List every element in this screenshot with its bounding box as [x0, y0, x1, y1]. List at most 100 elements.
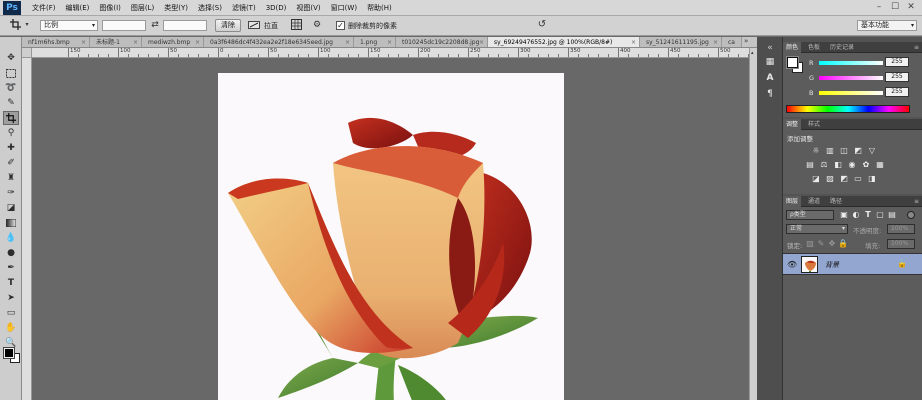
doc-tab[interactable]: ca: [722, 37, 742, 47]
panel-menu-icon[interactable]: ≡: [911, 196, 922, 207]
eraser-tool-icon[interactable]: ◪: [3, 201, 19, 215]
paragraph-panel-icon[interactable]: ¶: [761, 87, 779, 101]
move-tool-icon[interactable]: ✥: [3, 51, 19, 65]
layer-filter-select[interactable]: ρ类型: [786, 210, 834, 220]
gradient-map-adjust-icon[interactable]: ▭: [853, 174, 863, 183]
eye-visibility-icon[interactable]: 👁: [787, 260, 797, 269]
lock-all-icon[interactable]: 🔒: [838, 239, 848, 248]
blend-mode-select[interactable]: 正常 ▾: [786, 224, 848, 234]
doc-tab[interactable]: t010245dc19c2208d8.jpg ×: [396, 37, 488, 47]
color-balance-adjust-icon[interactable]: ⚖: [819, 160, 829, 169]
blur-tool-icon[interactable]: 💧: [3, 231, 19, 245]
hue-saturation-adjust-icon[interactable]: ▤: [805, 160, 815, 169]
red-slider[interactable]: [819, 61, 883, 65]
clone-stamp-tool-icon[interactable]: ♜: [3, 171, 19, 185]
width-input[interactable]: [102, 20, 146, 31]
lock-image-icon[interactable]: ✎: [816, 239, 826, 248]
fill-input[interactable]: 100%: [887, 239, 915, 249]
height-input[interactable]: [163, 20, 207, 31]
tab-swatches[interactable]: 色板: [805, 42, 823, 53]
tab-history[interactable]: 历史记录: [827, 42, 857, 53]
lasso-tool-icon[interactable]: ➰: [3, 81, 19, 95]
tab-color[interactable]: 颜色: [783, 42, 802, 53]
close-tab-icon[interactable]: ×: [387, 37, 392, 47]
layer-row-background[interactable]: 👁 背景 🔒: [783, 253, 922, 275]
doc-tab[interactable]: 0a3f6486dc4f432ea2e2f18e6345eed.jpg ×: [204, 37, 354, 47]
healing-brush-tool-icon[interactable]: ✚: [3, 141, 19, 155]
pixel-filter-icon[interactable]: ▣: [839, 210, 849, 219]
swap-icon[interactable]: ⇄: [148, 18, 162, 31]
channel-mixer-adjust-icon[interactable]: ✿: [861, 160, 871, 169]
marquee-tool-icon[interactable]: [3, 66, 19, 80]
close-tab-icon[interactable]: ×: [631, 37, 636, 47]
type-tool-icon[interactable]: T: [3, 276, 19, 290]
canvas-area[interactable]: [32, 58, 757, 400]
tab-overflow-icon[interactable]: »: [744, 37, 748, 45]
threshold-adjust-icon[interactable]: ◩: [839, 174, 849, 183]
horizontal-ruler[interactable]: 150 100 50 0 50 100 150 200 250 300 350 400 450 500: [32, 48, 757, 58]
posterize-adjust-icon[interactable]: ▨: [825, 174, 835, 183]
straighten-icon[interactable]: [247, 18, 261, 31]
gear-icon[interactable]: ⚙: [310, 18, 324, 31]
blue-slider[interactable]: [819, 91, 883, 95]
clear-button[interactable]: 清除: [215, 19, 241, 32]
menu-filter[interactable]: 滤镜(T): [227, 0, 261, 16]
red-value[interactable]: 255: [885, 57, 909, 67]
layer-name[interactable]: 背景: [825, 260, 839, 270]
gradient-tool-icon[interactable]: [3, 216, 19, 230]
adjustment-filter-icon[interactable]: ◐: [851, 210, 861, 219]
black-white-adjust-icon[interactable]: ◧: [833, 160, 843, 169]
history-panel-icon[interactable]: ▦: [761, 55, 779, 69]
tab-adjustments[interactable]: 调整: [783, 119, 802, 130]
menu-type[interactable]: 类型(Y): [159, 0, 193, 16]
brush-tool-icon[interactable]: ✐: [3, 156, 19, 170]
ruler-corner[interactable]: [22, 48, 32, 58]
panel-menu-icon[interactable]: ≡: [911, 42, 922, 53]
blue-value[interactable]: 255: [885, 87, 909, 97]
close-tab-icon[interactable]: ×: [345, 37, 350, 47]
path-select-tool-icon[interactable]: ➤: [3, 291, 19, 305]
green-value[interactable]: 255: [885, 72, 909, 82]
menu-edit[interactable]: 编辑(E): [61, 0, 95, 16]
smart-object-filter-icon[interactable]: ▤: [887, 210, 897, 219]
color-spectrum-ramp[interactable]: [786, 105, 910, 113]
ratio-select[interactable]: 比例 ▾: [40, 20, 98, 31]
vertical-ruler[interactable]: [22, 58, 32, 400]
doc-tab[interactable]: 未标题-1 ×: [90, 37, 142, 47]
brightness-adjust-icon[interactable]: ☼: [811, 146, 821, 155]
doc-tab[interactable]: sy_51241611195.jpg ×: [640, 37, 722, 47]
exposure-adjust-icon[interactable]: ◩: [853, 146, 863, 155]
eyedropper-tool-icon[interactable]: ⚲: [3, 126, 19, 140]
doc-tab[interactable]: nf1m6hs.bmp ×: [22, 37, 90, 47]
levels-adjust-icon[interactable]: ▥: [825, 146, 835, 155]
tab-paths[interactable]: 路径: [827, 196, 845, 207]
menu-file[interactable]: 文件(F): [27, 0, 61, 16]
selective-color-adjust-icon[interactable]: ◨: [867, 174, 877, 183]
history-brush-tool-icon[interactable]: ✑: [3, 186, 19, 200]
straighten-label[interactable]: 拉直: [264, 21, 278, 31]
foreground-color-swatch[interactable]: [3, 347, 15, 359]
foreground-color-swatch[interactable]: [786, 56, 799, 69]
doc-tab[interactable]: mediwzh.bmp ×: [142, 37, 204, 47]
menu-3d[interactable]: 3D(D): [261, 0, 292, 16]
menu-help[interactable]: 帮助(H): [362, 0, 397, 16]
menu-layer[interactable]: 图层(L): [126, 0, 159, 16]
opacity-input[interactable]: 100%: [887, 224, 915, 234]
character-panel-icon[interactable]: A: [761, 71, 779, 85]
close-tab-icon[interactable]: ×: [81, 37, 86, 47]
photo-filter-adjust-icon[interactable]: ◉: [847, 160, 857, 169]
close-button[interactable]: ✕: [904, 2, 918, 13]
shape-filter-icon[interactable]: ▢: [875, 210, 885, 219]
chevron-down-icon[interactable]: ▾: [20, 18, 34, 31]
invert-adjust-icon[interactable]: ◪: [811, 174, 821, 183]
color-lookup-adjust-icon[interactable]: ▦: [875, 160, 885, 169]
quick-select-tool-icon[interactable]: ✎: [3, 96, 19, 110]
lock-position-icon[interactable]: ✥: [827, 239, 837, 248]
vertical-scrollbar[interactable]: ▴: [749, 48, 757, 400]
close-tab-icon[interactable]: ×: [713, 37, 718, 47]
close-tab-icon[interactable]: ×: [133, 37, 138, 47]
collapse-icon[interactable]: «: [761, 41, 779, 55]
document-canvas[interactable]: [218, 73, 564, 400]
doc-tab-active[interactable]: sy_69249476552.jpg @ 100%(RGB/8#) ×: [488, 37, 640, 47]
hand-tool-icon[interactable]: ✋: [3, 321, 19, 335]
